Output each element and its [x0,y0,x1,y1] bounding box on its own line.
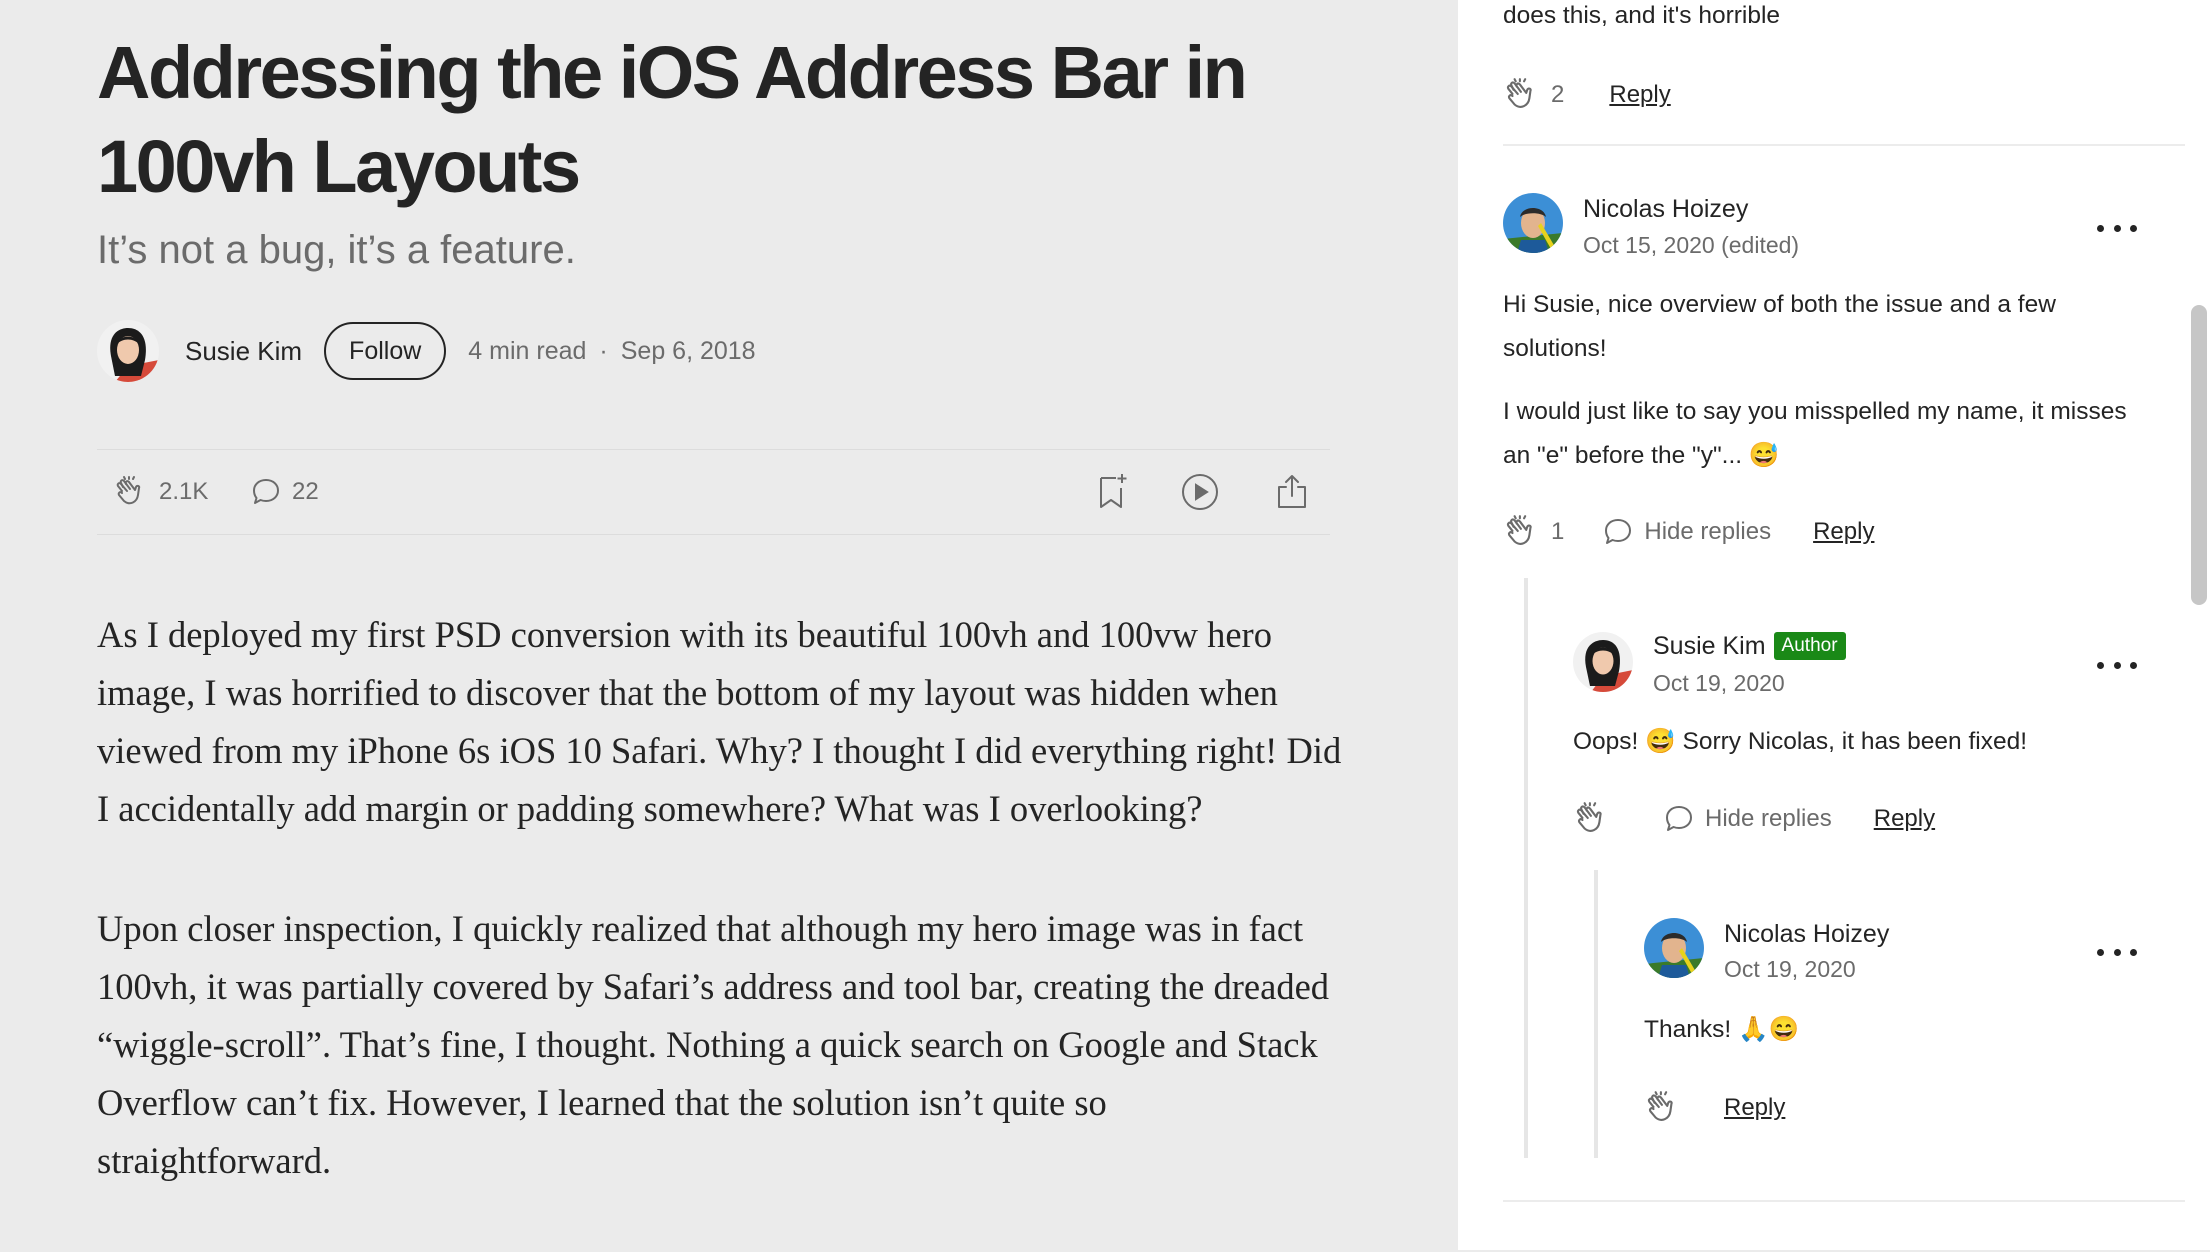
comment-date: Oct 15, 2020 (edited) [1583,232,1800,258]
thread-line [1524,578,1528,1158]
clap-icon[interactable] [1503,76,1541,114]
author-name[interactable]: Susie Kim [185,336,302,367]
article-title: Addressing the iOS Address Bar in 100vh … [97,31,1248,208]
clap-count: 1 [1551,518,1565,545]
thread-line [1594,870,1598,1158]
scrollbar-thumb[interactable] [2191,305,2207,605]
commenter-avatar[interactable] [1573,632,1633,692]
article-subtitle: It’s not a bug, it’s a feature. [97,228,576,272]
meta-separator: · [599,336,608,365]
comment-date: Oct 19, 2020 [1653,670,1785,696]
more-options-icon[interactable] [2097,650,2137,680]
bookmark-add-icon [1100,474,1127,508]
commenter-name[interactable]: Nicolas Hoizey [1583,195,1748,224]
responses-panel: does this, and it's horrible 2 Reply Nic… [1458,0,2210,1250]
reply-link[interactable]: Reply [1609,81,1670,109]
responses-count: 22 [292,478,319,505]
comment-actions: 1 Hide replies Reply [1503,510,1874,554]
comment-paragraph: Hi Susie, nice overview of both the issu… [1503,291,2056,362]
comment-bubble-icon [1666,806,1692,831]
comment-text: Oops! 😅 Sorry Nicolas, it has been fixed… [1573,728,2028,755]
reply-link[interactable]: Reply [1813,518,1874,546]
clap-icon[interactable] [1644,1089,1682,1127]
comment-date: Oct 19, 2020 [1724,956,1856,982]
save-button[interactable] [1094,450,1130,534]
more-options-icon[interactable] [2097,937,2137,967]
reply-link[interactable]: Reply [1724,1094,1785,1122]
comment-divider [1503,144,2185,146]
comment-text: does this, and it's horrible [1503,2,1781,29]
hide-replies-label: Hide replies [1644,518,1772,545]
byline: Susie Kim Follow 4 min read · Sep 6, 2018 [97,320,756,382]
reply-link[interactable]: Reply [1874,805,1935,833]
comment-bubble-icon [1605,519,1632,544]
commenter-name-row: Susie Kim Author [1653,632,1846,661]
comment-bubble-icon [253,479,279,504]
clap-icon [116,476,141,505]
article-meta: 4 min read · Sep 6, 2018 [468,337,755,366]
clap-icon[interactable] [1573,800,1611,838]
article-paragraph: Upon closer inspection, I quickly realiz… [97,908,1330,1181]
hide-replies-label: Hide replies [1705,805,1832,832]
publish-date: Sep 6, 2018 [620,336,756,365]
article-body: As I deployed my first PSD conversion wi… [97,606,1342,1252]
commenter-name[interactable]: Susie Kim [1653,632,1766,660]
share-button[interactable] [1274,450,1310,534]
comment-text: Hi Susie, nice overview of both the issu… [1503,283,2143,478]
hide-replies-button[interactable]: Hide replies [1663,803,1832,835]
responses-button[interactable]: 22 [250,450,319,534]
scrollbar[interactable] [2188,0,2210,1250]
listen-button[interactable] [1180,450,1220,534]
commenter-avatar[interactable] [1503,193,1563,253]
article-action-bar: 2.1K 22 [97,449,1330,535]
clap-count: 2.1K [159,478,209,505]
share-icon [1278,475,1306,508]
read-time: 4 min read [468,336,587,365]
clap-icon[interactable] [1503,513,1541,551]
comment-paragraph: I would just like to say you misspelled … [1503,398,2127,469]
comment-actions: Hide replies Reply [1573,797,1935,841]
comment-actions: 2 Reply [1503,73,1671,117]
clap-count: 2 [1551,81,1565,108]
more-options-icon[interactable] [2097,213,2137,243]
play-icon [1182,474,1218,510]
clap-button[interactable]: 2.1K [113,450,208,534]
comment-actions: Reply [1644,1086,1785,1130]
author-avatar[interactable] [97,320,159,382]
comment-text: Thanks! 🙏😄 [1644,1016,1799,1043]
article-pane: Addressing the iOS Address Bar in 100vh … [0,0,1458,1250]
commenter-name[interactable]: Nicolas Hoizey [1724,920,1889,949]
hide-replies-button[interactable]: Hide replies [1602,516,1771,548]
article-paragraph: As I deployed my first PSD conversion wi… [97,614,1342,829]
author-badge: Author [1773,632,1846,660]
follow-button[interactable]: Follow [324,322,447,380]
comment-divider [1503,1200,2185,1202]
commenter-avatar[interactable] [1644,918,1704,978]
